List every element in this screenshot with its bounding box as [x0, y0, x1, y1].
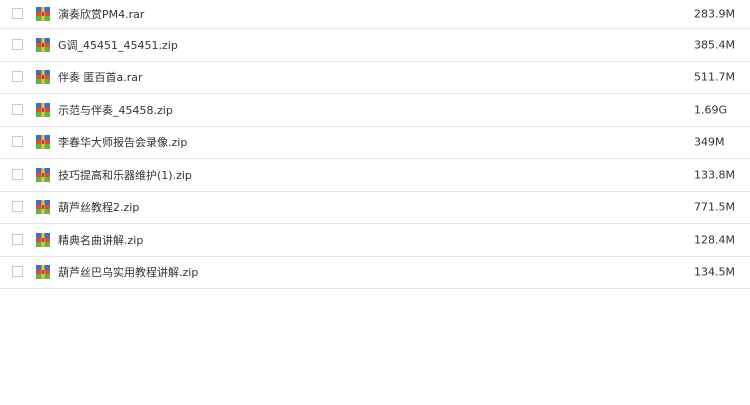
file-name[interactable]: 演奏欣赏PM4.rar — [58, 6, 144, 22]
file-row[interactable]: 葫芦丝教程2.zip 771.5M — [0, 192, 750, 224]
row-checkbox[interactable] — [12, 38, 23, 50]
file-row[interactable]: 精典名曲讲解.zip 128.4M — [0, 224, 750, 257]
archive-icon — [36, 232, 50, 247]
row-checkbox[interactable] — [12, 266, 23, 278]
archive-icon — [36, 167, 50, 182]
file-size: 385.4M — [694, 38, 735, 52]
file-name[interactable]: 葫芦丝教程2.zip — [58, 199, 139, 215]
archive-icon — [36, 37, 50, 52]
row-checkbox[interactable] — [12, 233, 23, 245]
archive-icon — [36, 200, 50, 215]
file-size: 511.7M — [694, 70, 735, 84]
archive-icon — [36, 102, 50, 117]
file-row[interactable]: 李春华大师报告会录像.zip 349M — [0, 127, 750, 159]
file-name[interactable]: 葫芦丝巴乌实用教程讲解.zip — [58, 264, 198, 280]
file-name[interactable]: 精典名曲讲解.zip — [58, 232, 143, 248]
archive-icon — [36, 70, 50, 85]
archive-icon — [36, 7, 50, 21]
file-size: 771.5M — [694, 200, 735, 214]
file-size: 133.8M — [694, 168, 735, 182]
file-row[interactable]: G调_45451_45451.zip 385.4M — [0, 29, 750, 62]
file-name[interactable]: 示范与伴奏_45458.zip — [58, 102, 173, 118]
file-name[interactable]: G调_45451_45451.zip — [58, 37, 178, 53]
file-size: 1.69G — [694, 103, 728, 117]
row-checkbox[interactable] — [12, 103, 23, 115]
file-size: 349M — [694, 135, 725, 149]
file-row[interactable]: 示范与伴奏_45458.zip 1.69G — [0, 94, 750, 127]
file-name[interactable]: 伴奏 匿百首a.rar — [58, 69, 143, 85]
archive-icon — [36, 135, 50, 150]
file-size: 128.4M — [694, 233, 735, 247]
file-size: 283.9M — [694, 7, 735, 21]
file-size: 134.5M — [694, 265, 735, 279]
row-checkbox[interactable] — [12, 168, 23, 180]
file-row[interactable]: 葫芦丝巴乌实用教程讲解.zip 134.5M — [0, 257, 750, 289]
file-row[interactable]: 技巧提高和乐器维护(1).zip 133.8M — [0, 159, 750, 192]
file-name[interactable]: 技巧提高和乐器维护(1).zip — [58, 167, 192, 183]
row-checkbox[interactable] — [12, 136, 23, 148]
row-checkbox[interactable] — [12, 8, 23, 19]
archive-icon — [36, 265, 50, 280]
file-row[interactable]: 演奏欣赏PM4.rar 283.9M — [0, 0, 750, 29]
file-row[interactable]: 伴奏 匿百首a.rar 511.7M — [0, 62, 750, 94]
row-checkbox[interactable] — [12, 201, 23, 213]
file-list: 演奏欣赏PM4.rar 283.9M G调_45451_45451.zip 38… — [0, 0, 750, 289]
row-checkbox[interactable] — [12, 71, 23, 83]
file-name[interactable]: 李春华大师报告会录像.zip — [58, 134, 187, 150]
